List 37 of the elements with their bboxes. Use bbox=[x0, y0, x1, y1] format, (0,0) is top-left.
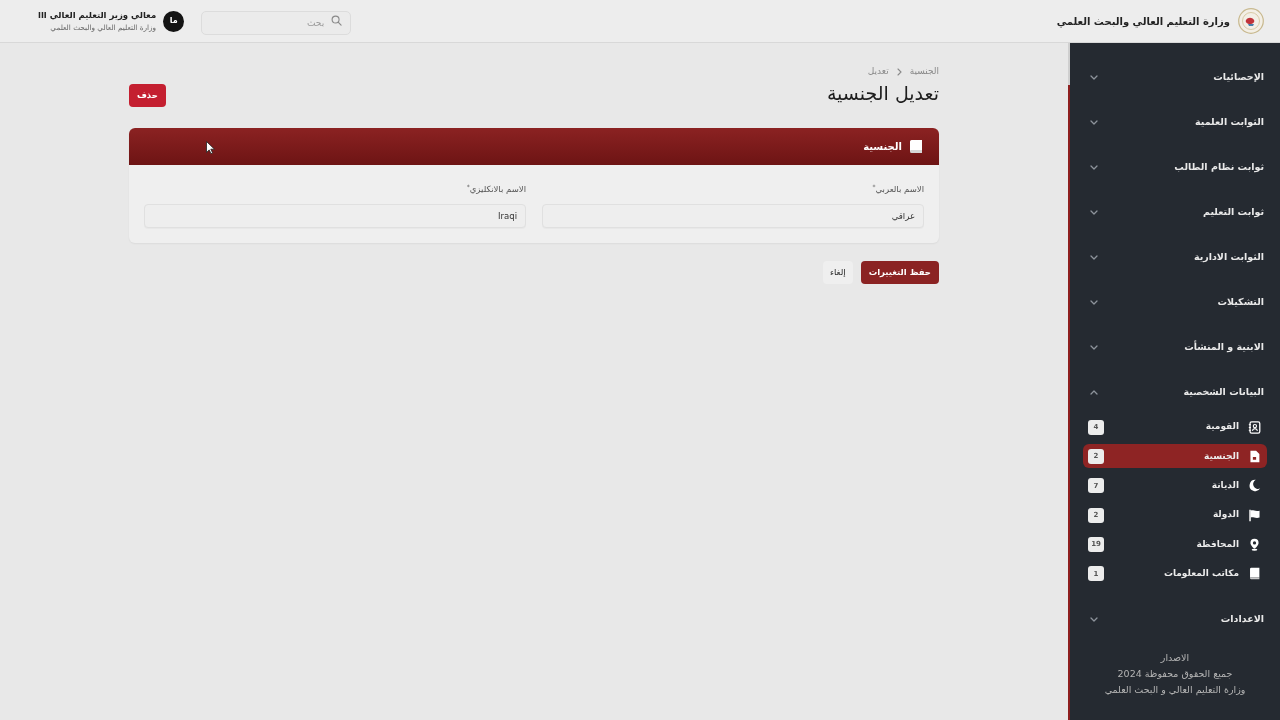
crescent-moon-icon bbox=[1248, 479, 1261, 493]
cancel-button[interactable]: إلغاء bbox=[823, 260, 853, 284]
field-label: الاسم بالعربي$^{*}$ bbox=[871, 182, 924, 196]
sidebar-menu-item[interactable]: الاعدادات bbox=[1070, 596, 1280, 642]
search-icon bbox=[331, 15, 343, 26]
user-name: معالي وزير التعليم العالي ااا bbox=[38, 8, 157, 22]
sidebar-menu-item[interactable]: ثوابت التعليم bbox=[1070, 190, 1280, 235]
card-title: الجنسية bbox=[863, 139, 902, 154]
field-label: الاسم بالانكليزي$^{*}$ bbox=[465, 182, 526, 196]
breadcrumb-current: تعديل bbox=[867, 65, 889, 78]
book-icon bbox=[910, 139, 922, 153]
round-seal-icon bbox=[1238, 8, 1264, 34]
sidebar-menu-item[interactable]: الإحصائيات bbox=[1070, 55, 1280, 100]
chevron-right-icon bbox=[896, 67, 902, 76]
sidebar-menu-item[interactable]: التشكيلات bbox=[1070, 280, 1280, 325]
save-button[interactable]: حفظ التغييرات bbox=[860, 260, 939, 284]
text-input[interactable]: Iraqi bbox=[144, 203, 526, 228]
footer-text: وزارة التعليم العالي و البحث العلمي bbox=[1103, 682, 1247, 697]
page-title: تعديل الجنسية bbox=[826, 80, 939, 106]
sidebar-menu-item[interactable]: الثوابت الادارية bbox=[1070, 235, 1280, 280]
sidebar-menu-item[interactable]: ثوابت نظام الطالب bbox=[1070, 145, 1280, 190]
text-input[interactable]: عراقي bbox=[542, 203, 924, 228]
book-icon bbox=[1248, 567, 1261, 581]
delete-button[interactable]: حذف bbox=[129, 83, 166, 107]
site-title: وزارة التعليم العالي والبحث العلمي bbox=[1056, 14, 1230, 29]
sidebar-menu-item[interactable]: الابنية و المنشأت bbox=[1070, 325, 1280, 370]
user-avatar[interactable]: ما bbox=[163, 10, 185, 32]
footer-text: جميع الحقوق محفوظة 2024 bbox=[1116, 666, 1234, 681]
sidebar-menu-item[interactable]: البيانات الشخصية bbox=[1070, 370, 1280, 415]
map-pin-icon bbox=[1248, 538, 1261, 552]
flag-icon bbox=[1248, 508, 1261, 522]
contact-card-icon bbox=[1248, 420, 1261, 434]
sidebar-menu-item[interactable]: الثوابت العلمية bbox=[1070, 100, 1280, 145]
mouse-pointer-icon bbox=[206, 140, 215, 154]
footer-text: الاصدار bbox=[1159, 650, 1191, 665]
search-field[interactable]: بحث bbox=[201, 11, 352, 35]
document-icon bbox=[1248, 449, 1261, 463]
